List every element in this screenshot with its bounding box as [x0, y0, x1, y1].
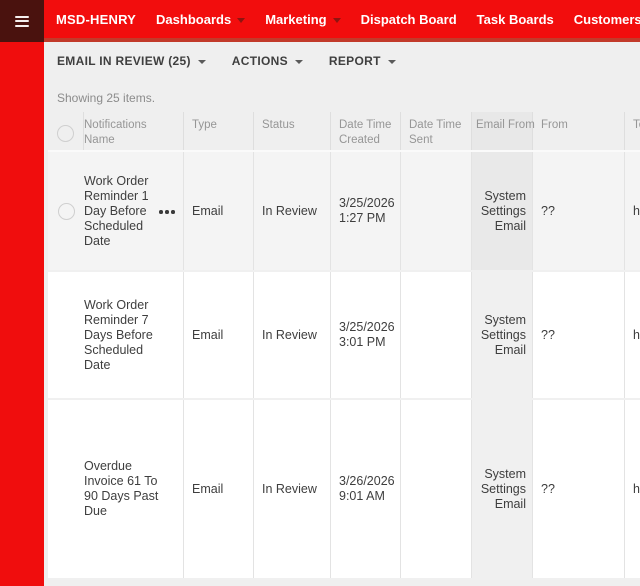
status-cell: In Review [254, 400, 331, 578]
column-header-date-time-created[interactable]: Date Time Created [331, 112, 401, 150]
type-cell: Email [184, 272, 254, 398]
row-select-cell [48, 272, 84, 398]
hamburger-icon [15, 15, 29, 27]
column-header-email-from[interactable]: Email From [472, 112, 535, 150]
column-header-label: Notifications Name [84, 119, 147, 146]
row-select-cell [48, 400, 84, 578]
select-all-cell [48, 112, 84, 150]
nav-brand[interactable]: MSD-HENRY [44, 0, 146, 38]
nav-item-label: Customers [573, 11, 640, 27]
chevron-down-icon [197, 59, 206, 64]
column-header-type[interactable]: Type [184, 112, 254, 150]
nav-item-customers[interactable]: Customers [564, 0, 640, 38]
table-row[interactable]: Overdue Invoice 61 To 90 Days Past Due E… [48, 400, 640, 580]
email-from-cell: System Settings Email [472, 400, 533, 578]
nav-item-label: Dispatch Board [360, 11, 457, 27]
from-cell: ?? [533, 400, 625, 578]
date-sent-cell [401, 152, 472, 270]
table-header-row: Notifications Name Type Status Date Time… [48, 112, 640, 150]
chevron-down-icon [237, 17, 246, 23]
notification-name: Overdue Invoice 61 To 90 Days Past Due [84, 459, 159, 518]
nav-item-dispatch-board[interactable]: Dispatch Board [351, 0, 467, 38]
nav-item-dashboards[interactable]: Dashboards [146, 0, 255, 38]
to-cell: hl [625, 400, 640, 578]
status-cell: In Review [254, 272, 331, 398]
from-cell: ?? [533, 152, 625, 270]
left-rail [0, 42, 44, 586]
date-created-cell: 3/26/2026 9:01 AM [331, 400, 401, 578]
date-created-cell: 3/25/2026 3:01 PM [331, 272, 401, 398]
column-header-from[interactable]: From [533, 112, 625, 150]
from-cell: ?? [533, 272, 625, 398]
column-header-date-time-sent[interactable]: Date Time Sent [401, 112, 472, 150]
email-from-cell: System Settings Email [472, 272, 533, 398]
type-cell: Email [184, 152, 254, 270]
date-sent-cell [401, 400, 472, 578]
ellipsis-icon [159, 210, 163, 214]
type-cell: Email [184, 400, 254, 578]
nav-item-marketing[interactable]: Marketing [255, 0, 350, 38]
nav-item-label: Dashboards [156, 11, 232, 27]
notifications-table: Notifications Name Type Status Date Time… [48, 112, 640, 580]
row-select-cell [48, 152, 84, 270]
hamburger-button[interactable] [0, 0, 44, 42]
to-cell: hl [625, 272, 640, 398]
chevron-down-icon [332, 17, 341, 23]
actions-dropdown-label: ACTIONS [231, 54, 288, 68]
top-navbar: MSD-HENRY Dashboards Marketing Dispatch … [0, 0, 640, 42]
nav-item-task-boards[interactable]: Task Boards [467, 0, 564, 38]
view-dropdown-label: EMAIL IN REVIEW (25) [57, 54, 191, 68]
chevron-down-icon [387, 59, 396, 64]
notification-name-cell: Work Order Reminder 7 Days Before Schedu… [84, 272, 184, 398]
date-sent-cell [401, 272, 472, 398]
report-dropdown-label: REPORT [328, 54, 381, 68]
status-cell: In Review [254, 152, 331, 270]
table-row[interactable]: Work Order Reminder 1 Day Before Schedul… [48, 150, 640, 272]
nav-item-label: Task Boards [476, 11, 554, 27]
nav-item-label: Marketing [265, 11, 327, 27]
notification-name-cell: Overdue Invoice 61 To 90 Days Past Due [84, 400, 184, 578]
chevron-down-icon [294, 59, 303, 64]
report-dropdown[interactable]: REPORT [329, 54, 396, 68]
items-count-status: Showing 25 items. [57, 91, 156, 105]
notification-name: Work Order Reminder 7 Days Before Schedu… [84, 297, 153, 372]
table-row[interactable]: Work Order Reminder 7 Days Before Schedu… [48, 272, 640, 400]
view-dropdown-email-in-review[interactable]: EMAIL IN REVIEW (25) [57, 54, 206, 68]
select-all-checkbox[interactable] [57, 124, 74, 142]
notification-name-cell: Work Order Reminder 1 Day Before Schedul… [84, 152, 184, 270]
date-created-cell: 3/25/2026 1:27 PM [331, 152, 401, 270]
column-header-notifications-name[interactable]: Notifications Name [84, 112, 184, 150]
column-header-to[interactable]: To [625, 112, 640, 150]
email-from-cell: System Settings Email [472, 152, 533, 270]
row-checkbox[interactable] [57, 202, 75, 220]
list-toolbar: EMAIL IN REVIEW (25) ACTIONS REPORT [44, 42, 640, 80]
main-content: EMAIL IN REVIEW (25) ACTIONS REPORT Show… [44, 42, 640, 586]
to-cell: hl [625, 152, 640, 270]
row-actions-button[interactable] [159, 209, 177, 215]
column-header-status[interactable]: Status [254, 112, 331, 150]
actions-dropdown[interactable]: ACTIONS [232, 54, 303, 68]
